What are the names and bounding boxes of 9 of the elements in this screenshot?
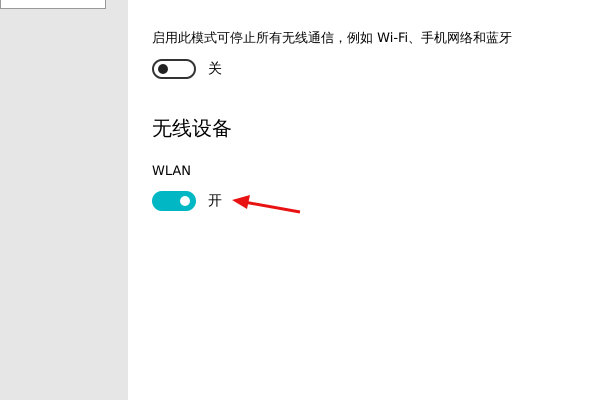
toggle-state-label: 关: [208, 60, 222, 78]
toggle-switch[interactable]: [152, 191, 196, 211]
annotation-arrow: [232, 195, 300, 214]
toggle-state-label: 开: [208, 192, 222, 210]
section-heading: 无线设备: [152, 115, 233, 142]
description-text: 启用此模式可停止所有无线通信，例如 Wi-Fi、手机网络和蓝牙: [152, 30, 512, 47]
toggle-switch[interactable]: [152, 59, 196, 79]
search-field[interactable]: [0, 0, 106, 9]
device-name: WLAN: [152, 164, 192, 179]
